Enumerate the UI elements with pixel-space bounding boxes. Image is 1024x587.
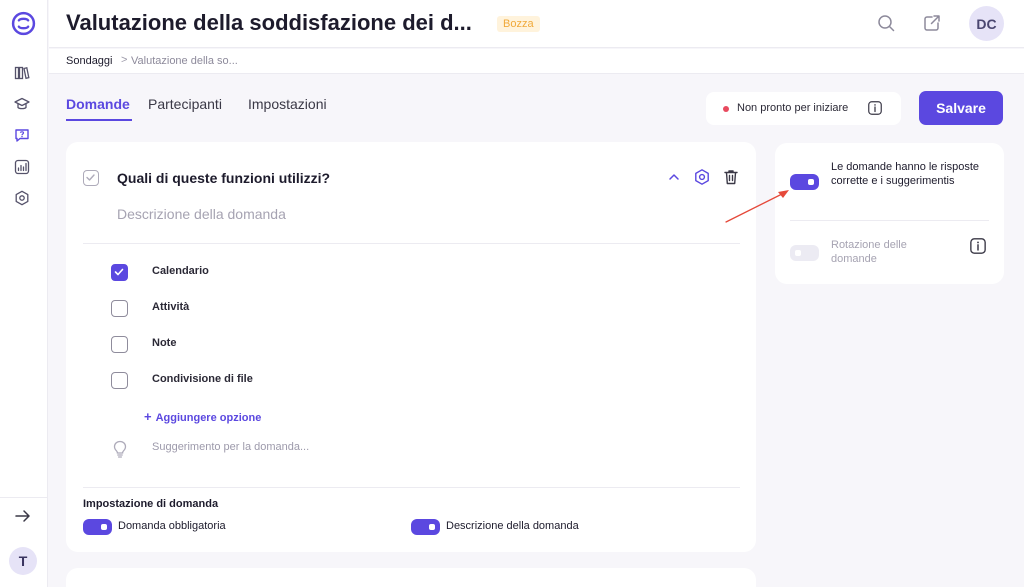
required-toggle-label: Domanda obbligatoria (118, 520, 226, 532)
status-dot (723, 106, 729, 112)
avatar[interactable]: DC (969, 6, 1004, 41)
status-text: Non pronto per iniziare (737, 102, 849, 114)
description-toggle[interactable] (411, 519, 440, 535)
top-bar: Valutazione della soddisfazione dei d...… (49, 0, 1024, 48)
active-tab-indicator (66, 119, 132, 121)
survey-settings-card: Le domande hanno le risposte corrette e … (775, 143, 1004, 284)
question-description-field[interactable]: Descrizione della domanda (117, 206, 286, 222)
question-card: Quali di queste funzioni utilizzi? Descr… (66, 142, 756, 552)
option-checkbox[interactable] (111, 300, 128, 317)
divider (790, 220, 989, 221)
correct-answers-toggle[interactable] (790, 174, 819, 190)
required-toggle[interactable] (83, 519, 112, 535)
analytics-icon[interactable] (14, 159, 30, 175)
search-icon[interactable] (877, 14, 895, 32)
add-option-label: Aggiungere opzione (155, 412, 262, 424)
info-icon[interactable] (970, 238, 986, 254)
divider (83, 243, 740, 244)
sidebar: T (0, 0, 48, 587)
page-title: Valutazione della soddisfazione dei d... (66, 10, 472, 35)
sidebar-divider (0, 497, 48, 498)
breadcrumb-root[interactable]: Sondaggi (66, 55, 113, 67)
question-title[interactable]: Quali di queste funzioni utilizzi? (117, 170, 330, 186)
question-select-checkbox[interactable] (83, 170, 99, 186)
delete-trash-icon[interactable] (722, 168, 740, 186)
breadcrumb-current: Valutazione della so... (131, 55, 238, 67)
add-option-button[interactable]: + Aggiungere opzione (144, 409, 261, 424)
option-item[interactable]: Calendario (111, 264, 411, 282)
option-checkbox[interactable] (111, 336, 128, 353)
info-icon[interactable] (868, 101, 882, 115)
option-item[interactable]: Note (111, 336, 411, 354)
option-checkbox[interactable] (111, 372, 128, 389)
rotation-label: Rotazione delle domande (831, 239, 907, 265)
status-badge: Bozza (497, 16, 540, 32)
option-item[interactable]: Condivisione di file (111, 372, 411, 390)
option-checkbox[interactable] (111, 264, 128, 281)
description-toggle-label: Descrizione della domanda (446, 520, 579, 532)
question-settings-icon[interactable] (693, 168, 711, 186)
app-logo-icon[interactable] (11, 11, 36, 36)
share-icon[interactable] (923, 14, 941, 32)
divider (83, 487, 740, 488)
lightbulb-icon (113, 440, 127, 458)
collapse-chevron-icon[interactable] (665, 168, 683, 186)
option-label[interactable]: Condivisione di file (152, 373, 253, 385)
plus-icon: + (144, 409, 152, 424)
readiness-status: Non pronto per iniziare (706, 92, 901, 125)
next-question-card (66, 568, 756, 587)
expand-arrow-icon[interactable] (14, 508, 32, 524)
tab-domande[interactable]: Domande (66, 96, 130, 112)
surveys-icon[interactable] (14, 127, 30, 143)
option-label[interactable]: Attività (152, 301, 189, 313)
breadcrumb: Sondaggi > Valutazione della so... (49, 49, 1024, 74)
breadcrumb-separator: > (121, 54, 128, 66)
library-icon[interactable] (14, 65, 30, 81)
tab-impostazioni[interactable]: Impostazioni (248, 96, 327, 112)
settings-icon[interactable] (14, 190, 30, 206)
save-button[interactable]: Salvare (919, 91, 1003, 125)
user-avatar[interactable]: T (9, 547, 37, 575)
hint-field[interactable]: Suggerimento per la domanda... (152, 441, 309, 453)
option-item[interactable]: Attività (111, 300, 411, 318)
correct-answers-label: Le domande hanno le risposte corrette e … (831, 161, 979, 187)
graduation-cap-icon[interactable] (14, 96, 30, 112)
question-settings-title: Impostazione di domanda (83, 498, 219, 510)
option-label[interactable]: Note (152, 337, 176, 349)
tab-partecipanti[interactable]: Partecipanti (148, 96, 222, 112)
rotation-toggle[interactable] (790, 245, 819, 261)
option-label[interactable]: Calendario (152, 265, 209, 277)
